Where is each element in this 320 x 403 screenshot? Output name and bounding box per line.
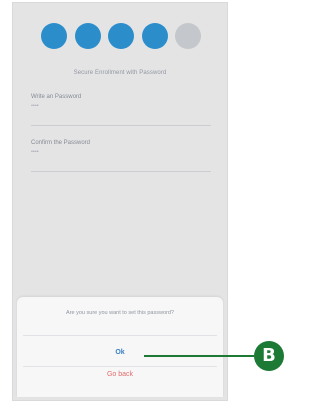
dialog-message: Are you sure you want to set this passwo… <box>66 310 174 316</box>
phone-screen: Secure Enrollment with Password Write an… <box>12 2 228 401</box>
confirm-dialog: Are you sure you want to set this passwo… <box>17 297 223 397</box>
callout-badge: B <box>254 341 284 371</box>
dialog-divider <box>23 366 217 367</box>
go-back-button[interactable]: Go back <box>17 371 223 378</box>
callout-line <box>144 355 254 357</box>
dialog-divider <box>23 335 217 336</box>
